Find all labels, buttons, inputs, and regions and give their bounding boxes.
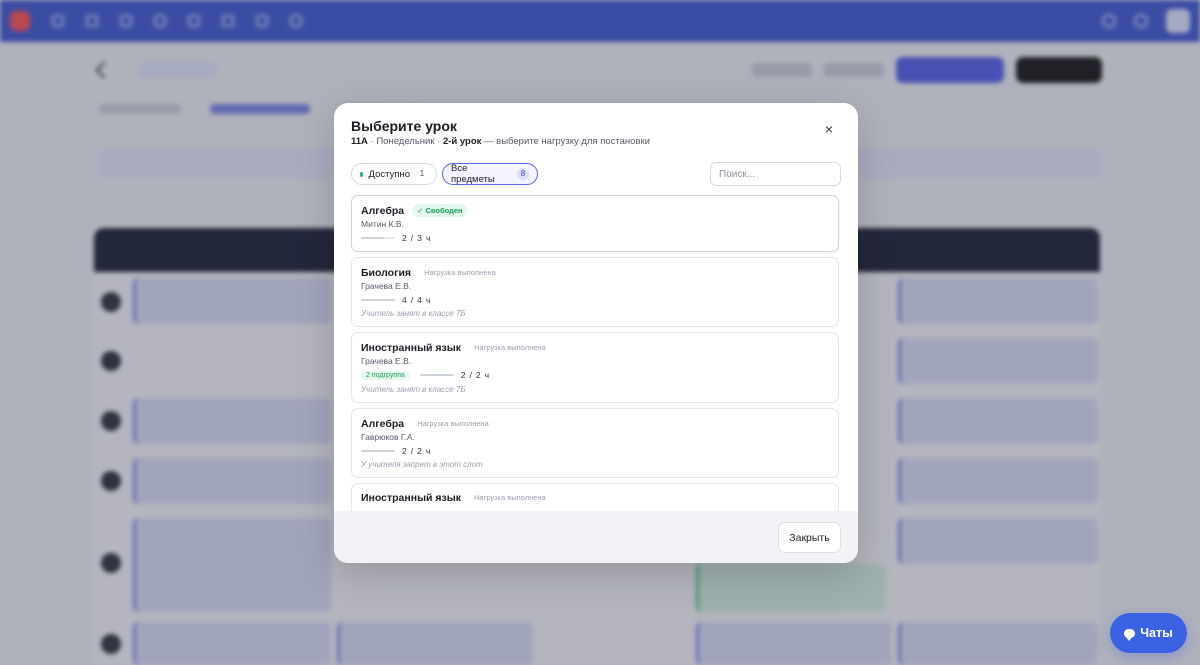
conflict-note: У учителя запрет в этот слот	[361, 460, 483, 469]
chats-button[interactable]: Чаты	[1110, 613, 1187, 653]
load-total: 3	[417, 233, 422, 243]
load-total: 2	[417, 446, 422, 456]
select-lesson-dialog: Выберите урок 11А · Понедельник · 2-й ур…	[334, 103, 858, 563]
chat-bubble-icon	[1124, 628, 1136, 641]
load-sep: /	[410, 233, 414, 243]
subject-name: Иностранный язык	[361, 491, 461, 504]
progress-fill	[361, 237, 384, 239]
load-progress: 2/3 ч	[361, 233, 430, 243]
subtitle-class: 11А	[351, 136, 368, 147]
teacher-name: Гаврюков Г.А.	[361, 432, 415, 442]
load-unit: ч	[425, 295, 431, 305]
conflict-note: Учитель занят в классе 7Б	[361, 309, 466, 318]
load-done: 2	[402, 233, 407, 243]
load-done: 2	[402, 446, 407, 456]
filter-label: Доступно	[368, 168, 410, 180]
card-header: Иностранный язык Нагрузка выполнена	[361, 341, 551, 354]
progress-bar	[361, 237, 395, 239]
dialog-subtitle: 11А · Понедельник · 2-й урок — выберите …	[351, 136, 650, 147]
load-sep: /	[469, 370, 472, 380]
dialog-title: Выберите урок	[351, 118, 457, 134]
load-unit: ч	[425, 446, 431, 456]
filter-label: Все предметы	[451, 163, 495, 185]
close-icon[interactable]: ×	[821, 121, 837, 137]
subtitle-hint: — выберите нагрузку для постановки	[481, 136, 650, 147]
progress-bar	[361, 299, 395, 301]
progress-fill	[361, 450, 395, 452]
chats-label: Чаты	[1140, 626, 1173, 640]
filter-count: 1	[419, 169, 425, 178]
lesson-card[interactable]: Биология Нагрузка выполнена Грачева Е.В.…	[351, 257, 839, 327]
card-header: Биология Нагрузка выполнена	[361, 266, 501, 279]
load-sep: /	[410, 295, 414, 305]
progress-bar	[361, 450, 395, 452]
load-done: 4	[402, 295, 407, 305]
filter-all-subjects[interactable]: Все предметы 8	[442, 163, 538, 185]
load-progress: 2 подгруппа 2/2 ч	[361, 370, 489, 380]
lesson-list: Алгебра ✓ Свободен Митин К.В. 2/3 ч Биол…	[351, 195, 840, 511]
progress-fill	[361, 299, 395, 301]
subgroup-badge: 2 подгруппа	[361, 370, 410, 380]
conflict-note: Учитель занят в классе 7Б	[361, 385, 466, 394]
card-header: Алгебра ✓ Свободен	[361, 204, 468, 217]
subtitle-day: · Понедельник ·	[367, 136, 443, 147]
load-total: 4	[417, 295, 422, 305]
search-input[interactable]	[710, 162, 841, 186]
subject-name: Алгебра	[361, 417, 405, 430]
load-sep: /	[410, 446, 414, 456]
status-badge: Нагрузка выполнена	[419, 266, 501, 279]
card-header: Иностранный язык Нагрузка выполнена	[361, 491, 551, 504]
progress-fill	[419, 374, 454, 376]
available-dot-icon	[360, 171, 363, 177]
progress-bar	[419, 374, 454, 376]
teacher-name: Грачева Е.В.	[361, 356, 412, 366]
lesson-card[interactable]: Иностранный язык Нагрузка выполнена	[351, 483, 839, 511]
load-progress: 4/4 ч	[361, 295, 430, 305]
load-progress: 2/2 ч	[361, 446, 430, 456]
lesson-card[interactable]: Иностранный язык Нагрузка выполнена Грач…	[351, 332, 839, 403]
subject-name: Иностранный язык	[361, 341, 461, 354]
teacher-name: Митин К.В.	[361, 219, 404, 229]
load-unit: ч	[425, 233, 431, 243]
card-header: Алгебра Нагрузка выполнена	[361, 417, 494, 430]
subject-name: Биология	[361, 266, 412, 279]
filter-count: 8	[517, 168, 529, 180]
dialog-footer: Закрыть	[334, 511, 858, 563]
lesson-card[interactable]: Алгебра ✓ Свободен Митин К.В. 2/3 ч	[351, 195, 839, 252]
subtitle-lesson: 2-й урок	[442, 136, 482, 147]
load-done: 2	[460, 370, 466, 380]
status-badge: ✓ Свободен	[412, 204, 468, 217]
load-total: 2	[475, 370, 481, 380]
teacher-name: Грачева Е.В.	[361, 281, 412, 291]
load-unit: ч	[484, 370, 490, 380]
close-button[interactable]: Закрыть	[778, 522, 841, 553]
lesson-card[interactable]: Алгебра Нагрузка выполнена Гаврюков Г.А.…	[351, 408, 839, 478]
status-badge: Нагрузка выполнена	[412, 417, 494, 430]
status-badge: Нагрузка выполнена	[469, 491, 551, 504]
filter-available[interactable]: Доступно 1	[351, 163, 437, 185]
subject-name: Алгебра	[361, 204, 405, 217]
status-badge: Нагрузка выполнена	[469, 341, 551, 354]
